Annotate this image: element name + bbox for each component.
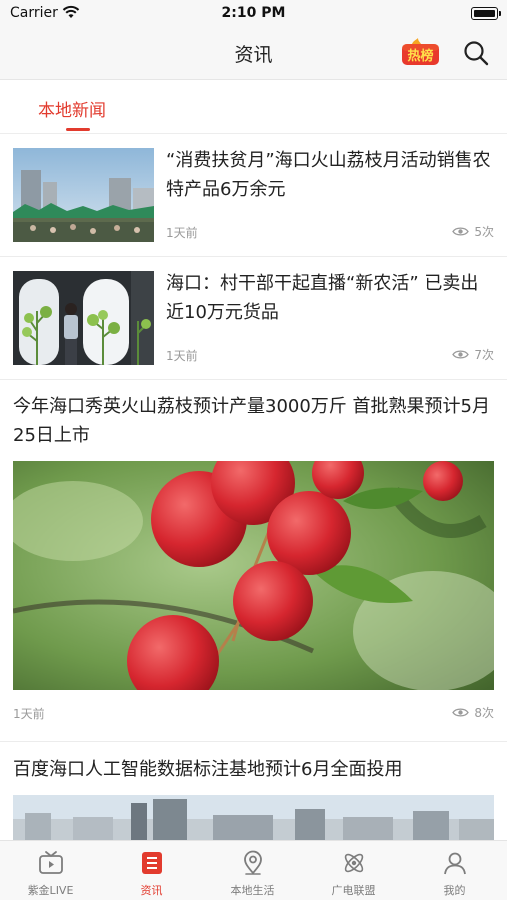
header: 资讯 热榜 <box>0 26 507 80</box>
location-pin-icon <box>244 850 262 875</box>
tab-label: 资讯 <box>140 884 163 897</box>
news-view-count: 8次 <box>474 706 494 720</box>
hot-list-label: 热榜 <box>407 48 433 64</box>
news-thumbnail <box>13 148 154 242</box>
eye-icon <box>452 708 470 717</box>
battery-icon <box>471 7 501 20</box>
news-views: 5次 <box>452 223 494 240</box>
tab-zijin-live[interactable]: 紫金LIVE <box>0 841 101 900</box>
news-time: 1天前 <box>13 707 45 721</box>
news-item[interactable]: 今年海口秀英火山荔枝预计产量3000万斤 首批熟果预计5月25日上市 1天前 8… <box>0 380 507 742</box>
search-icon[interactable] <box>462 39 490 67</box>
news-thumbnail <box>13 271 154 365</box>
news-title[interactable]: 海口：村干部干起直播“新农活” 已卖出近10万元货品 <box>166 269 496 327</box>
atom-icon <box>344 853 364 873</box>
bottom-tab-bar: 紫金LIVE 资讯 本地生活 广电联盟 我的 <box>0 840 507 900</box>
tab-local-news[interactable]: 本地新闻 <box>38 96 106 121</box>
news-time: 1天前 <box>166 349 198 363</box>
tab-label: 紫金LIVE <box>27 884 74 897</box>
tab-label: 本地生活 <box>230 884 275 897</box>
tab-active-indicator <box>66 128 90 131</box>
news-views: 8次 <box>452 704 494 721</box>
news-view-count: 7次 <box>474 348 494 362</box>
news-photo <box>13 795 494 840</box>
news-item[interactable]: 百度海口人工智能数据标注基地预计6月全面投用 <box>0 743 507 840</box>
news-views: 7次 <box>452 346 494 363</box>
tab-local-life[interactable]: 本地生活 <box>202 841 303 900</box>
news-title[interactable]: “消费扶贫月”海口火山荔枝月活动销售农特产品6万余元 <box>166 146 496 204</box>
user-icon <box>444 852 466 875</box>
hot-list-button[interactable]: 热榜 <box>401 38 440 66</box>
news-view-count: 5次 <box>474 225 494 239</box>
news-title[interactable]: 今年海口秀英火山荔枝预计产量3000万斤 首批熟果预计5月25日上市 <box>13 392 497 450</box>
news-photo <box>13 461 494 690</box>
tab-mine[interactable]: 我的 <box>404 841 505 900</box>
tab-news[interactable]: 资讯 <box>101 841 202 900</box>
news-list-icon <box>142 852 162 874</box>
tab-label: 广电联盟 <box>331 884 376 897</box>
news-title[interactable]: 百度海口人工智能数据标注基地预计6月全面投用 <box>13 755 497 784</box>
news-time: 1天前 <box>166 226 198 240</box>
tab-label: 我的 <box>443 884 466 897</box>
status-bar: Carrier 2:10 PM <box>0 0 507 26</box>
eye-icon <box>452 350 470 359</box>
category-tabs: 本地新闻 <box>0 80 507 134</box>
clock: 2:10 PM <box>221 5 286 21</box>
news-item[interactable]: 海口：村干部干起直播“新农活” 已卖出近10万元货品 1天前 7次 <box>0 257 507 380</box>
eye-icon <box>452 227 470 236</box>
news-item[interactable]: “消费扶贫月”海口火山荔枝月活动销售农特产品6万余元 1天前 5次 <box>0 134 507 257</box>
tab-broadcast-alliance[interactable]: 广电联盟 <box>303 841 404 900</box>
tv-icon <box>39 851 63 874</box>
